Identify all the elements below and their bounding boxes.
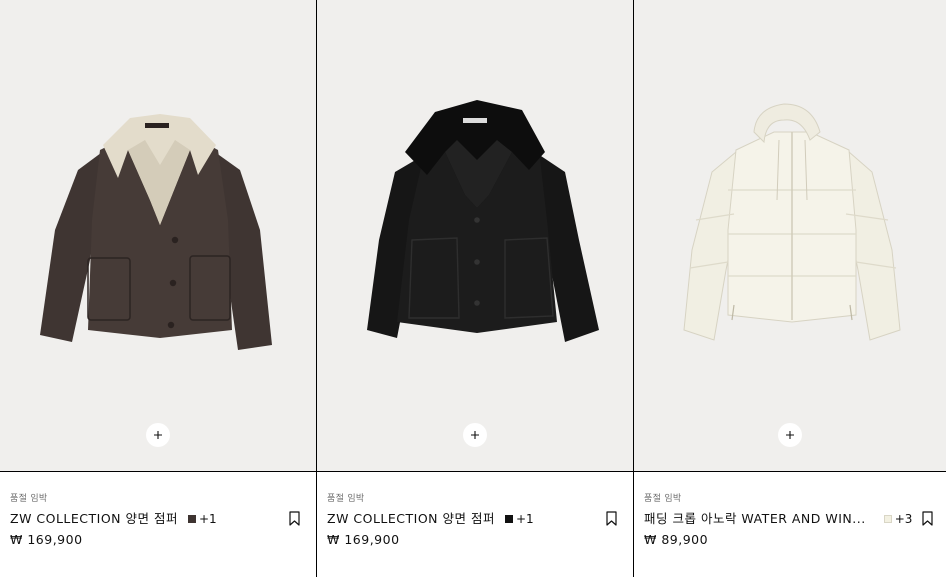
color-swatch[interactable] bbox=[187, 515, 196, 523]
more-colors-count[interactable]: +1 bbox=[516, 512, 534, 526]
product-card[interactable]: 품절 임박 패딩 크롭 아노락 WATER AND WIN... +3 ₩ 89… bbox=[633, 0, 946, 577]
bookmark-icon[interactable] bbox=[606, 511, 617, 526]
product-name[interactable]: 패딩 크롭 아노락 WATER AND WIN... bbox=[644, 511, 866, 527]
brown-shearling-jacket-image bbox=[40, 114, 272, 350]
product-tag: 품절 임박 bbox=[327, 494, 365, 504]
color-swatch[interactable] bbox=[504, 515, 513, 523]
plus-icon bbox=[786, 431, 794, 439]
bookmark-icon[interactable] bbox=[289, 511, 300, 526]
color-swatches[interactable]: +3 bbox=[883, 512, 913, 526]
product-price: ₩ 169,900 bbox=[10, 532, 83, 547]
product-info: 품절 임박 패딩 크롭 아노락 WATER AND WIN... +3 ₩ 89… bbox=[634, 472, 946, 576]
product-name-row: 패딩 크롭 아노락 WATER AND WIN... +3 bbox=[644, 511, 936, 527]
product-card[interactable]: 품절 임박 ZW COLLECTION 양면 점퍼 +1 ₩ 169,900 bbox=[0, 0, 316, 577]
product-info: 품절 임박 ZW COLLECTION 양면 점퍼 +1 ₩ 169,900 bbox=[317, 472, 633, 576]
add-to-cart-button[interactable] bbox=[778, 423, 802, 447]
cream-puffer-jacket-image bbox=[683, 103, 901, 341]
color-swatches[interactable]: +1 bbox=[187, 512, 217, 526]
bookmark-icon[interactable] bbox=[922, 511, 933, 526]
product-tag: 품절 임박 bbox=[644, 494, 682, 504]
black-shearling-jacket-image bbox=[367, 100, 599, 342]
color-swatch[interactable] bbox=[883, 515, 892, 523]
product-image[interactable] bbox=[634, 0, 946, 472]
product-grid: 품절 임박 ZW COLLECTION 양면 점퍼 +1 ₩ 169,900 품… bbox=[0, 0, 946, 577]
product-tag: 품절 임박 bbox=[10, 494, 48, 504]
product-info: 품절 임박 ZW COLLECTION 양면 점퍼 +1 ₩ 169,900 bbox=[0, 472, 316, 576]
product-name-row: ZW COLLECTION 양면 점퍼 +1 bbox=[10, 511, 306, 527]
product-name[interactable]: ZW COLLECTION 양면 점퍼 bbox=[327, 511, 495, 527]
product-card[interactable]: 품절 임박 ZW COLLECTION 양면 점퍼 +1 ₩ 169,900 bbox=[316, 0, 633, 577]
plus-icon bbox=[154, 431, 162, 439]
color-swatches[interactable]: +1 bbox=[504, 512, 534, 526]
product-price: ₩ 169,900 bbox=[327, 532, 400, 547]
add-to-cart-button[interactable] bbox=[463, 423, 487, 447]
add-to-cart-button[interactable] bbox=[146, 423, 170, 447]
more-colors-count[interactable]: +3 bbox=[895, 512, 913, 526]
more-colors-count[interactable]: +1 bbox=[199, 512, 217, 526]
plus-icon bbox=[471, 431, 479, 439]
product-name-row: ZW COLLECTION 양면 점퍼 +1 bbox=[327, 511, 623, 527]
product-name[interactable]: ZW COLLECTION 양면 점퍼 bbox=[10, 511, 178, 527]
product-image[interactable] bbox=[0, 0, 316, 472]
product-price: ₩ 89,900 bbox=[644, 532, 709, 547]
product-image[interactable] bbox=[317, 0, 633, 472]
